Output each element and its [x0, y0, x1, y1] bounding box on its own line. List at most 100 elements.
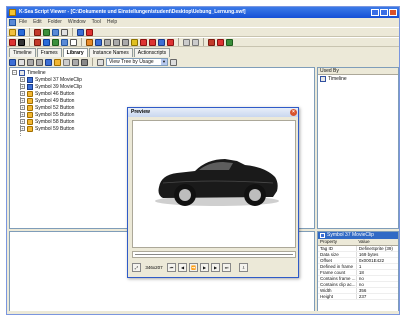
menu-edit[interactable]: Edit: [33, 18, 42, 27]
expand-icon[interactable]: +: [20, 91, 25, 96]
tree-item[interactable]: + Symbol 55 Button: [20, 111, 74, 118]
play-icon[interactable]: [52, 38, 59, 46]
expand-icon[interactable]: +: [20, 112, 25, 117]
tree-view-icon[interactable]: [97, 58, 104, 66]
copy-icon[interactable]: [52, 28, 59, 36]
menu-file[interactable]: File: [19, 18, 27, 27]
zoom-in-icon[interactable]: [183, 38, 190, 46]
chevron-down-icon[interactable]: ▼: [161, 59, 167, 65]
sound-filter-icon[interactable]: [72, 58, 79, 66]
font-filter-icon[interactable]: [63, 58, 70, 66]
sort-icon[interactable]: [131, 38, 138, 46]
tree-item[interactable]: + Symbol 46 Button: [20, 90, 74, 97]
sound-icon[interactable]: [113, 38, 120, 46]
used-by-header[interactable]: Used By: [318, 68, 398, 75]
frame-icon[interactable]: [61, 38, 68, 46]
preview-stage[interactable]: [132, 120, 296, 248]
close-button[interactable]: [389, 9, 397, 16]
minimize-button[interactable]: [371, 9, 379, 16]
blank-icon[interactable]: [70, 38, 77, 46]
timeline-scrubber[interactable]: [132, 251, 296, 258]
zoom-out-icon[interactable]: [192, 38, 199, 46]
italic-icon[interactable]: [149, 38, 156, 46]
tab-library[interactable]: Library: [62, 48, 88, 57]
expand-all-icon[interactable]: [9, 58, 16, 66]
expand-icon[interactable]: +: [20, 77, 25, 82]
tab-timeline[interactable]: Timeline: [9, 48, 36, 57]
first-frame-icon[interactable]: ⏮: [167, 262, 176, 272]
document-menu-icon[interactable]: [9, 19, 16, 26]
button-filter-icon[interactable]: [54, 58, 61, 66]
title-bar[interactable]: K-Sea Script Viewer - [C:\Dokumente und …: [7, 7, 399, 18]
layers-icon[interactable]: [43, 38, 50, 46]
tree-item-label: Symbol 55 Button: [35, 111, 75, 118]
table-row[interactable]: Height 237: [318, 293, 398, 300]
tab-actionscripts[interactable]: Actionscripts: [133, 48, 171, 57]
tree-item[interactable]: + Symbol 37 MovieClip: [20, 76, 82, 83]
open-folder-icon[interactable]: [9, 28, 16, 36]
window-title: K-Sea Script Viewer - [C:\Dokumente und …: [19, 9, 246, 15]
tab-instance-names[interactable]: Instance Names: [88, 48, 133, 57]
properties-title: Symbol 37 MovieClip: [327, 232, 374, 238]
collapse-icon[interactable]: −: [12, 70, 17, 75]
tree-item[interactable]: + Symbol 59 Button: [20, 125, 74, 132]
tree-item[interactable]: + Symbol 49 Button: [20, 97, 74, 104]
last-frame-icon[interactable]: ⏭: [222, 262, 231, 272]
tree-root[interactable]: − Timeline: [12, 69, 46, 76]
expand-icon[interactable]: +: [20, 98, 25, 103]
tree-item[interactable]: + Symbol 58 Button: [20, 118, 74, 125]
tree-item[interactable]: + Symbol 52 Button: [20, 104, 74, 111]
text-filter-icon[interactable]: [36, 58, 43, 66]
tree-item[interactable]: + Symbol 39 MovieClip: [20, 83, 82, 90]
export-icon[interactable]: [34, 28, 41, 36]
tree-item-label: Symbol 52 Button: [35, 104, 75, 111]
menu-help[interactable]: Help: [107, 18, 117, 27]
stop-icon[interactable]: [86, 28, 93, 36]
font-icon[interactable]: [122, 38, 129, 46]
bitmap-filter-icon[interactable]: [81, 58, 88, 66]
expand-icon[interactable]: +: [20, 84, 25, 89]
tab-frames[interactable]: Frames: [36, 48, 62, 57]
expand-icon[interactable]: +: [20, 119, 25, 124]
text-icon[interactable]: [95, 38, 102, 46]
collapse-all-icon[interactable]: [18, 58, 25, 66]
search-icon[interactable]: [217, 38, 224, 46]
preview-title-bar[interactable]: Preview ×: [128, 108, 298, 117]
preview-window[interactable]: Preview × ⤢ 346x207 ⏮ ◀ ⏪ ▶ ▶ ⏭ ⇩: [127, 107, 299, 278]
prev-frame-icon[interactable]: ◀: [178, 262, 187, 272]
view-mode-select[interactable]: View Tree by Usage ▼: [106, 58, 168, 66]
options-icon[interactable]: [170, 58, 177, 66]
save-icon[interactable]: [18, 28, 25, 36]
used-by-item[interactable]: Timeline: [318, 75, 398, 82]
expand-icon[interactable]: +: [20, 126, 25, 131]
bookmark-icon[interactable]: [9, 38, 16, 46]
view-icon[interactable]: [77, 28, 84, 36]
movieclip-filter-icon[interactable]: [45, 58, 52, 66]
refresh-icon[interactable]: [43, 28, 50, 36]
fit-icon[interactable]: ⤢: [132, 262, 141, 272]
print-icon[interactable]: [61, 28, 68, 36]
expand-icon[interactable]: +: [20, 105, 25, 110]
bold-icon[interactable]: [140, 38, 147, 46]
menu-window[interactable]: Window: [68, 18, 86, 27]
record-icon[interactable]: [34, 38, 41, 46]
table-row[interactable]: Tag ID DefineSprite (39): [318, 245, 398, 252]
export-frame-icon[interactable]: ⇩: [239, 262, 248, 272]
filter-icon[interactable]: [86, 38, 93, 46]
rewind-icon[interactable]: ⏪: [189, 262, 198, 272]
chart-icon[interactable]: [208, 38, 215, 46]
next-frame-icon[interactable]: ▶: [211, 262, 220, 272]
align-icon[interactable]: [158, 38, 165, 46]
play-icon[interactable]: ▶: [200, 262, 209, 272]
shape-icon[interactable]: [27, 58, 34, 66]
tree-item-label: Symbol 39 MovieClip: [35, 83, 82, 90]
grid-icon[interactable]: [18, 38, 25, 46]
close-icon[interactable]: ×: [290, 109, 297, 116]
bitmap-icon[interactable]: [104, 38, 111, 46]
help-icon[interactable]: [226, 38, 233, 46]
menu-tool[interactable]: Tool: [92, 18, 101, 27]
maximize-button[interactable]: [380, 9, 388, 16]
property-value: DefineSprite (39): [356, 245, 398, 252]
menu-folder[interactable]: Folder: [48, 18, 62, 27]
az-sort-icon[interactable]: [167, 38, 174, 46]
